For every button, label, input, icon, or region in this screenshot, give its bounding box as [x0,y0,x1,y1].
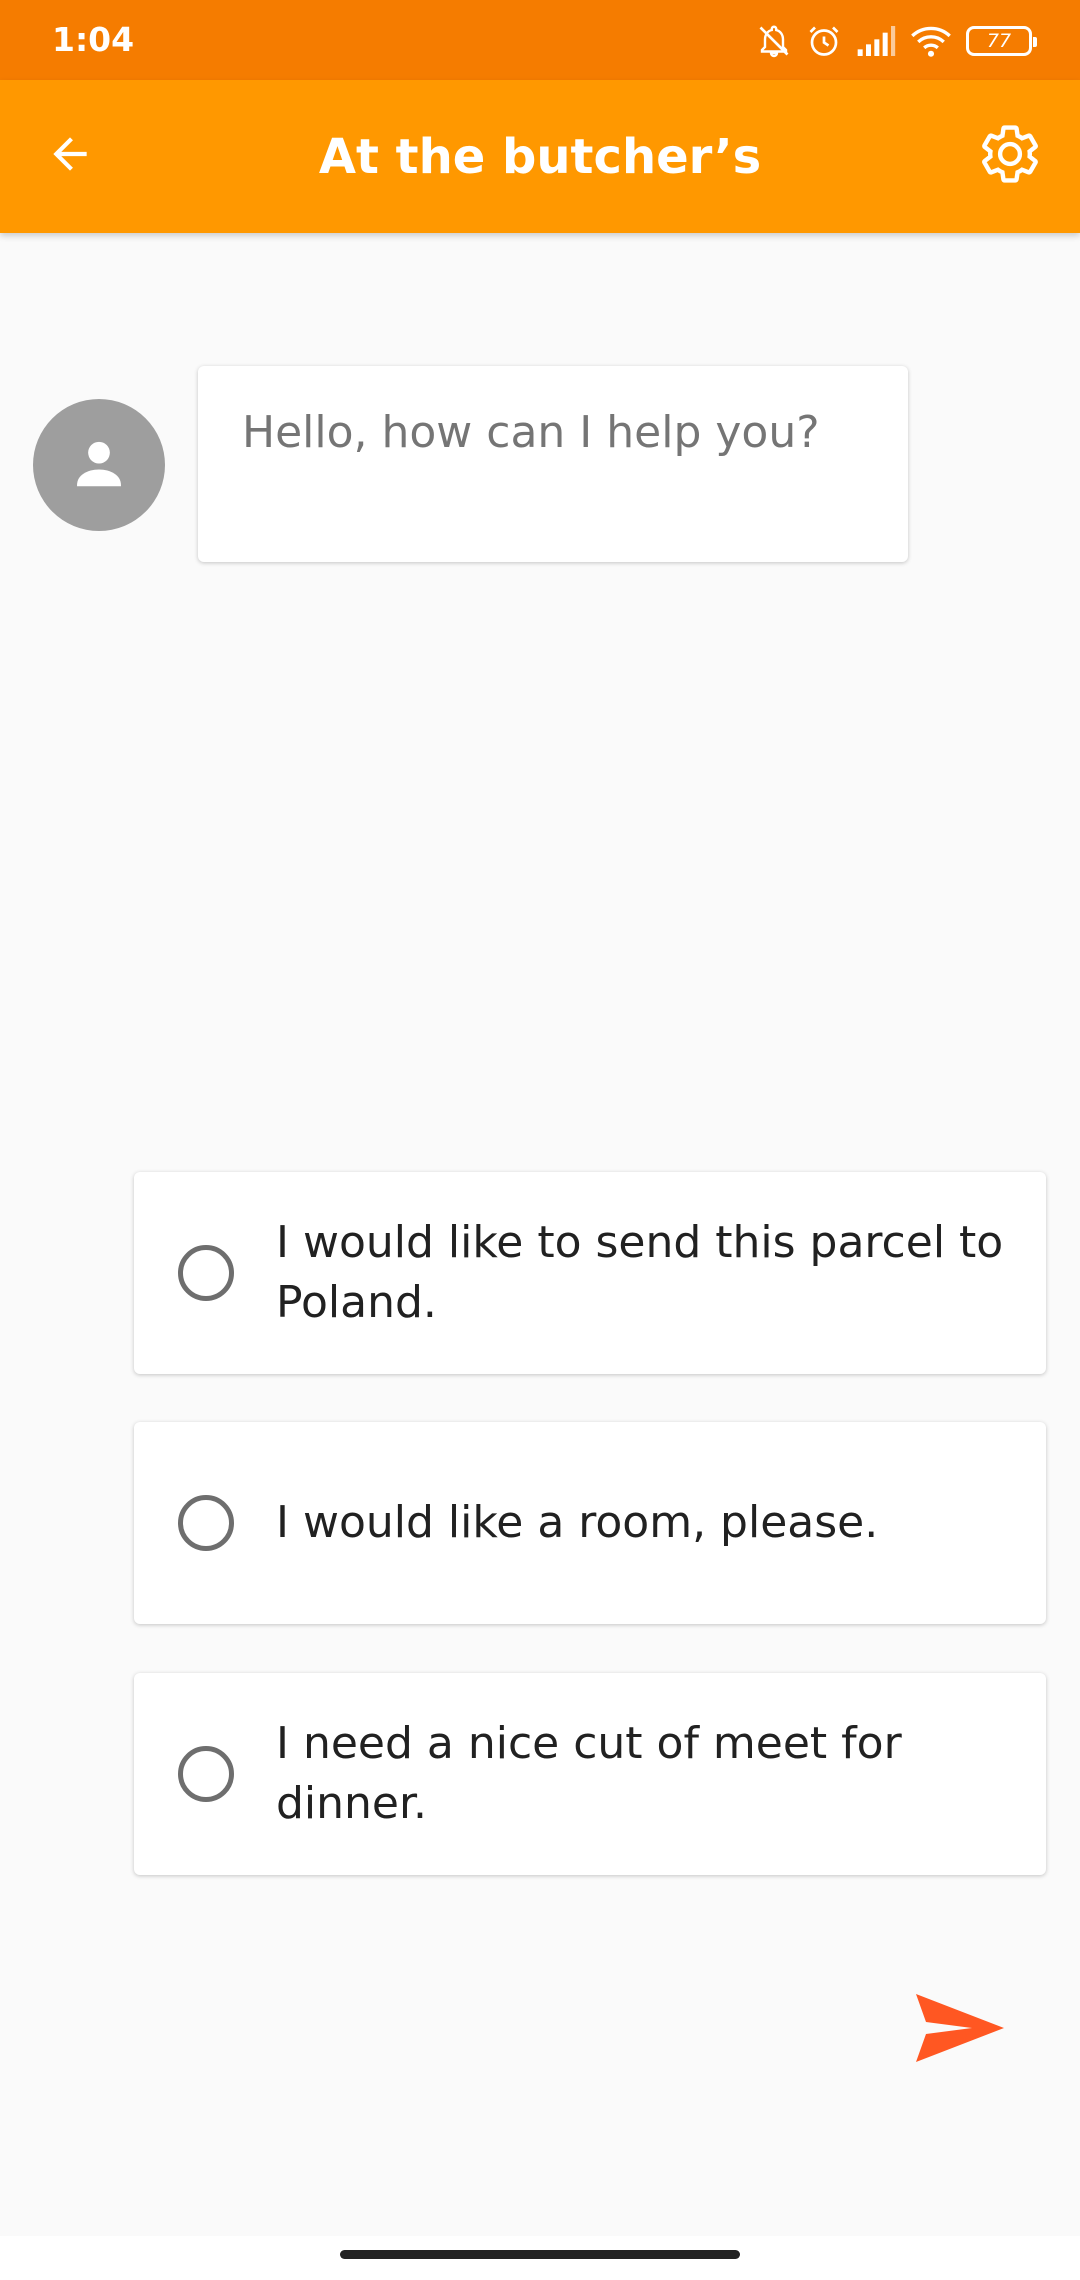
notifications-off-icon [756,23,792,59]
wifi-icon [910,24,952,58]
answer-option[interactable]: I need a nice cut of meet for dinner. [134,1673,1046,1875]
answer-option-label: I need a nice cut of meet for dinner. [276,1718,902,1829]
app-bar: At the butcher’s [0,80,1080,233]
radio-button[interactable] [178,1245,234,1301]
radio-button[interactable] [178,1746,234,1802]
answer-option-label: I would like a room, please. [276,1497,879,1548]
answer-option[interactable]: I would like a room, please. [134,1422,1046,1624]
battery-level: 77 [986,30,1012,52]
navigation-bar [0,2236,1080,2280]
message-text: Hello, how can I help you? [242,407,820,458]
settings-button[interactable] [970,116,1050,196]
answer-option[interactable]: I would like to send this parcel to Pola… [134,1172,1046,1374]
avatar [33,399,165,531]
message-bubble: Hello, how can I help you? [198,366,908,562]
send-button[interactable] [900,1980,1020,2080]
page-title: At the butcher’s [318,128,762,185]
status-bar: 1:04 77 [0,0,1080,80]
status-time: 1:04 [52,20,135,59]
send-icon [912,1988,1008,2072]
back-button[interactable] [30,116,110,196]
radio-button[interactable] [178,1495,234,1551]
gear-icon [977,121,1043,191]
home-indicator[interactable] [340,2250,740,2259]
battery-icon: 77 [966,26,1037,56]
person-icon [68,432,130,498]
arrow-back-icon [45,129,95,183]
status-icons: 77 [756,18,1037,64]
answer-option-label: I would like to send this parcel to Pola… [276,1217,1004,1328]
signal-icon [856,24,896,58]
alarm-icon [806,23,842,59]
